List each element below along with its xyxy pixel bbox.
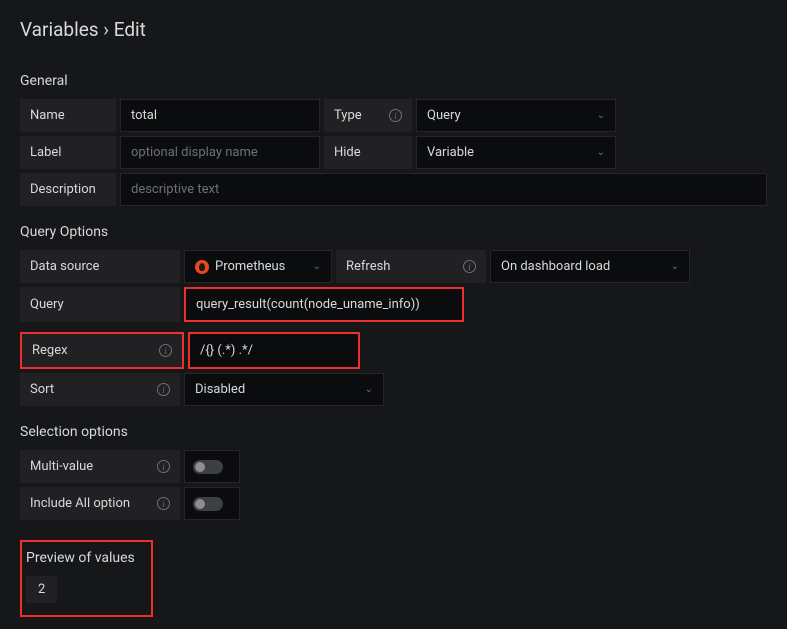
preview-heading: Preview of values	[26, 550, 135, 566]
preview-section: Preview of values 2	[20, 540, 153, 617]
hide-label: Hide	[324, 136, 412, 169]
prometheus-icon	[195, 260, 209, 274]
label-input[interactable]	[120, 136, 320, 169]
regex-label: Regex i	[20, 332, 184, 369]
regex-input[interactable]	[188, 332, 360, 369]
type-label: Type i	[324, 99, 412, 132]
page-title: Variables › Edit	[0, 0, 787, 49]
info-icon[interactable]: i	[157, 497, 170, 510]
chevron-down-icon: ⌄	[671, 261, 679, 272]
refresh-label: Refresh i	[336, 250, 486, 283]
include-all-toggle-wrap	[184, 487, 240, 520]
hide-select[interactable]: Variable ⌄	[416, 136, 616, 169]
query-label: Query	[20, 287, 180, 322]
label-label: Label	[20, 136, 116, 169]
multi-value-toggle-wrap	[184, 450, 240, 483]
chevron-down-icon: ⌄	[365, 384, 373, 395]
description-label: Description	[20, 173, 116, 206]
multi-value-toggle[interactable]	[193, 460, 223, 474]
query-options-heading: Query Options	[20, 224, 767, 240]
info-icon[interactable]: i	[157, 383, 170, 396]
sort-select[interactable]: Disabled ⌄	[184, 373, 384, 406]
chevron-down-icon: ⌄	[597, 110, 605, 121]
name-input[interactable]	[120, 99, 320, 132]
include-all-label: Include All option i	[20, 487, 180, 520]
name-label: Name	[20, 99, 116, 132]
chevron-down-icon: ⌄	[313, 261, 321, 272]
info-icon[interactable]: i	[157, 460, 170, 473]
chevron-down-icon: ⌄	[597, 147, 605, 158]
include-all-toggle[interactable]	[193, 497, 223, 511]
preview-value: 2	[26, 576, 57, 603]
datasource-label: Data source	[20, 250, 180, 283]
general-heading: General	[20, 73, 767, 89]
selection-options-heading: Selection options	[20, 424, 767, 440]
multi-value-label: Multi-value i	[20, 450, 180, 483]
info-icon[interactable]: i	[159, 344, 172, 357]
sort-label: Sort i	[20, 373, 180, 406]
type-select[interactable]: Query ⌄	[416, 99, 616, 132]
info-icon[interactable]: i	[463, 260, 476, 273]
refresh-select[interactable]: On dashboard load ⌄	[490, 250, 690, 283]
query-input[interactable]	[184, 287, 464, 322]
datasource-select[interactable]: Prometheus ⌄	[184, 250, 332, 283]
description-input[interactable]	[120, 173, 767, 206]
info-icon[interactable]: i	[389, 109, 402, 122]
